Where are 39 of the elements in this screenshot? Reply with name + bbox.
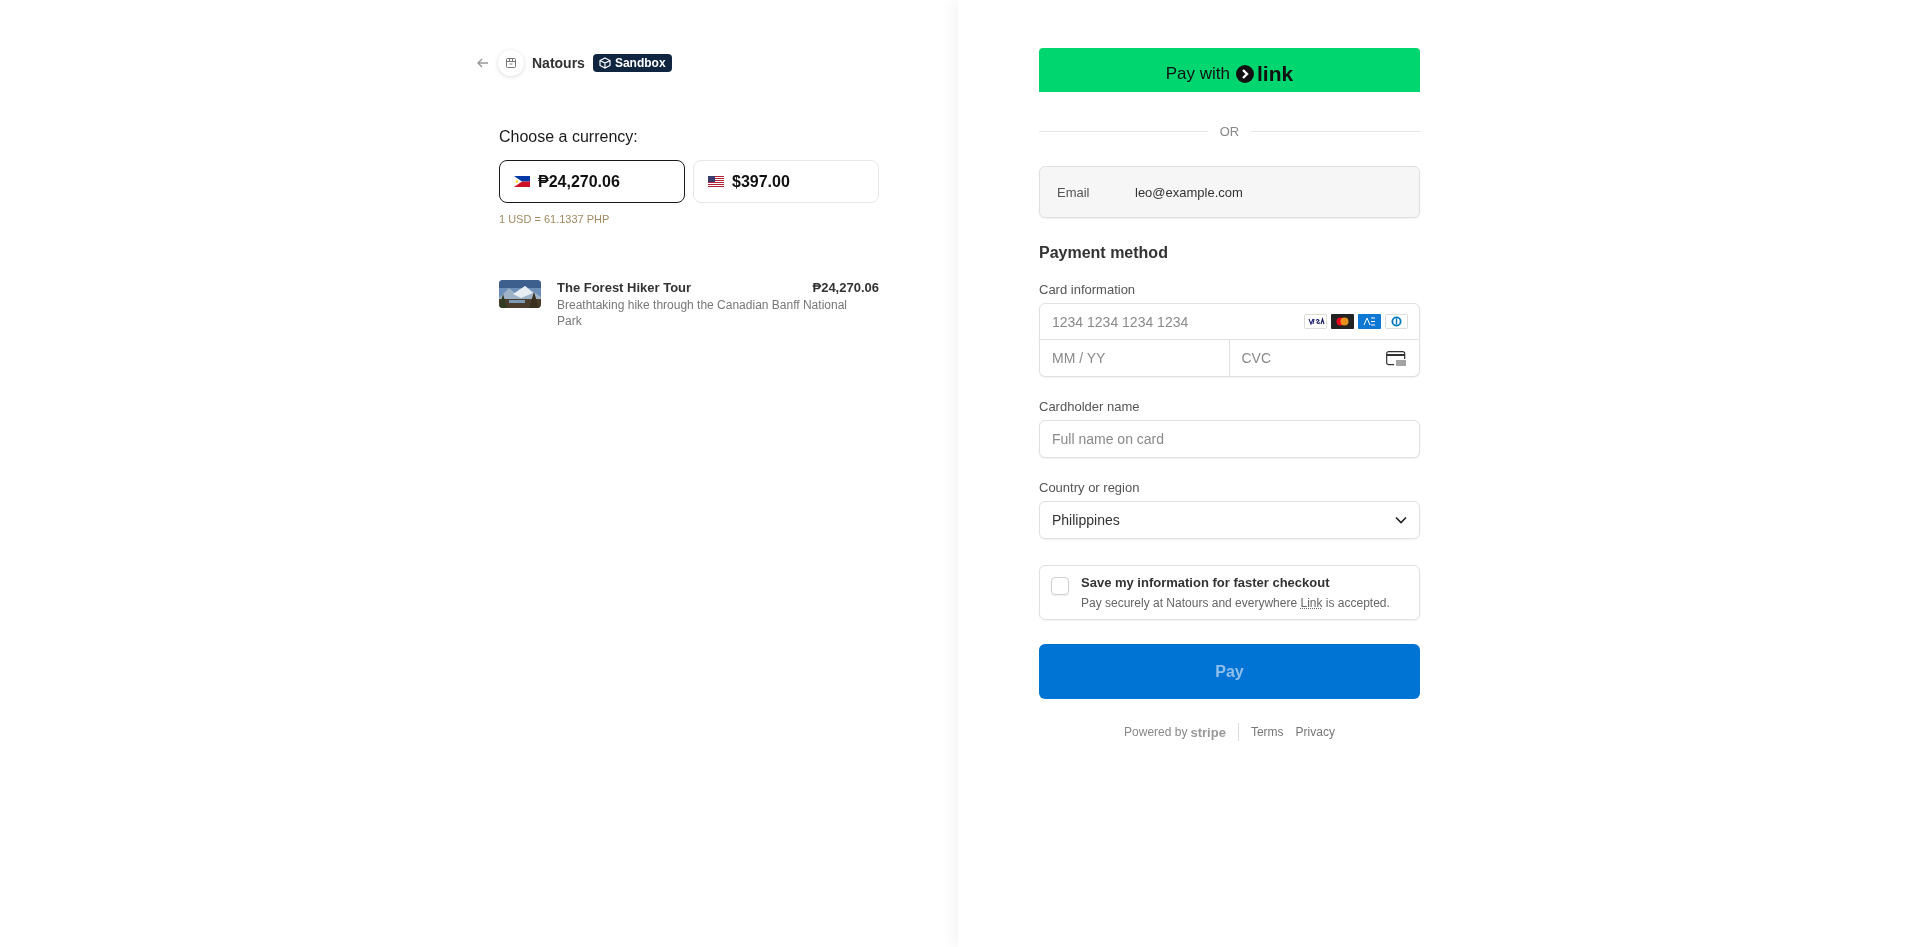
card-back-icon <box>1386 351 1408 367</box>
back-arrow-icon[interactable] <box>476 56 490 70</box>
footer-link[interactable]: Privacy <box>1295 725 1335 739</box>
pay-with-link-button[interactable]: Pay with link <box>1039 48 1420 92</box>
card-brand-icon <box>1331 314 1354 329</box>
expiry-field[interactable]: MM / YY <box>1039 340 1230 377</box>
card-brand-icon <box>1304 314 1327 329</box>
country-select[interactable]: Philippines <box>1039 501 1420 539</box>
us-flag-icon <box>708 176 724 187</box>
field-label: Card information <box>1039 282 1137 297</box>
section-title: Payment method <box>1039 244 1169 262</box>
link-link[interactable]: Link <box>1300 596 1323 610</box>
store-icon <box>498 50 524 76</box>
powered-by-text: Powered by stripe <box>1124 724 1226 740</box>
currency-option[interactable]: $397.00 <box>693 160 879 203</box>
currency-option[interactable]: ₱24,270.06 <box>499 160 685 203</box>
email-field[interactable]: Email leo@example.com <box>1039 166 1420 218</box>
exchange-rate: 1 USD = 61.1337 PHP <box>499 213 611 225</box>
save-info-title: Save my information for faster checkout <box>1081 575 1331 590</box>
philippines-flag-icon <box>514 176 530 187</box>
or-divider-text: OR <box>1219 124 1240 139</box>
field-label: Cardholder name <box>1039 399 1141 414</box>
save-info-description: Pay securely at Natours and everywhere Link is accepted. <box>1081 596 1390 610</box>
field-label: Country or region <box>1039 480 1141 495</box>
shop-name: Natours <box>532 55 585 71</box>
chevron-down-icon <box>1395 516 1407 524</box>
card-number-field[interactable]: 1234 1234 1234 1234 <box>1039 303 1420 340</box>
cvc-field[interactable]: CVC <box>1229 340 1420 377</box>
currency-title: Choose a currency: <box>499 128 639 146</box>
footer-link[interactable]: Terms <box>1250 725 1284 739</box>
item-description: Breathtaking hike through the Canadian Banff National Park <box>557 298 848 330</box>
chevron-circle-icon <box>1236 64 1255 83</box>
cardholder-name-field[interactable]: Full name on card <box>1039 420 1420 458</box>
sandbox-badge: Sandbox <box>592 54 672 72</box>
checkbox[interactable] <box>1051 577 1069 595</box>
card-brand-icon <box>1385 314 1408 329</box>
card-brand-icon <box>1358 314 1381 329</box>
item-name: The Forest Hiker Tour <box>557 280 692 295</box>
item-price: ₱24,270.06 <box>812 280 879 295</box>
